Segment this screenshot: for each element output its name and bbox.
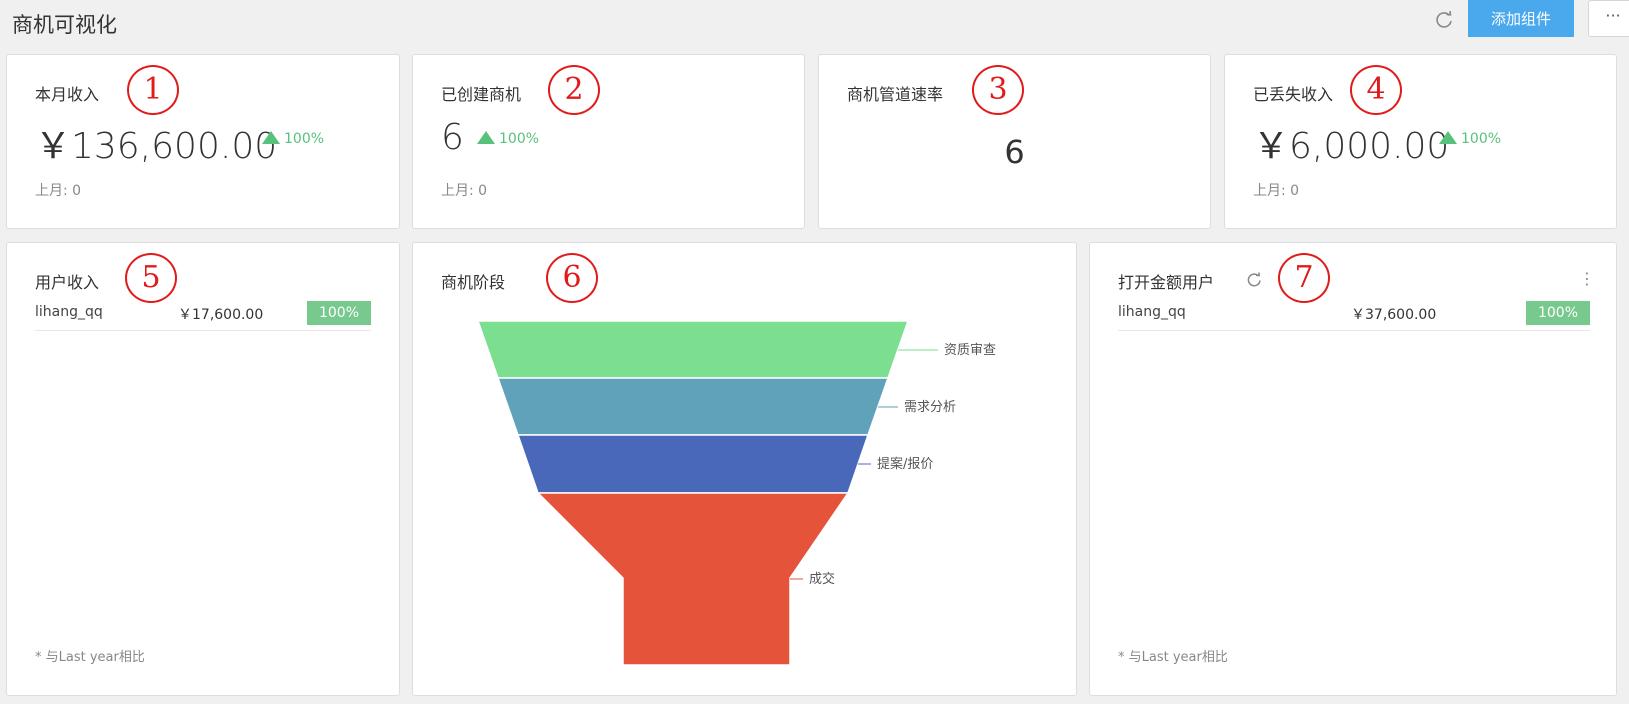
top-bar: 商机可视化 添加组件 ··· [0, 0, 1629, 48]
last-month-value: 上月: 0 [1253, 183, 1300, 199]
kpi-value: ￥136,600.00 [35, 126, 278, 167]
funnel-label-1: 需求分析 [904, 400, 956, 415]
table-row: lihang_qq ￥17,600.00 100% [35, 301, 371, 331]
card-title: 已创建商机 [441, 85, 522, 104]
funnel-stage-2[interactable] [516, 434, 870, 494]
annotation-marker: 3 [972, 65, 1024, 115]
annotation-marker: 7 [1278, 253, 1330, 303]
card-title: 打开金额用户 [1118, 273, 1215, 292]
kpi-card-pipeline-velocity: 商机管道速率 3 6 [818, 54, 1211, 229]
funnel-label-3: 成交 [809, 571, 835, 587]
kpi-value: ￥6,000.00 [1253, 126, 1450, 167]
trend-up-icon [262, 131, 280, 144]
annotation-marker: 1 [127, 65, 179, 115]
funnel-chart: 资质审查 需求分析 提案/报价 成交 [476, 320, 996, 666]
more-options-button[interactable]: ··· [1588, 0, 1629, 37]
add-widget-button[interactable]: 添加组件 [1468, 0, 1574, 37]
opportunity-stage-card: 商机阶段 6 资质审查 需求分析 提案/报价 成交 [412, 242, 1077, 696]
percent-badge: 100% [1526, 301, 1590, 325]
last-month-value: 上月: 0 [441, 183, 488, 199]
percent-badge: 100% [307, 301, 371, 325]
funnel-stage-0[interactable] [476, 320, 910, 379]
trend-up-icon [477, 131, 495, 144]
funnel-stage-1[interactable] [496, 377, 890, 436]
annotation-marker: 5 [125, 253, 177, 303]
funnel-label-0: 资质审查 [944, 343, 996, 358]
page-title: 商机可视化 [12, 13, 117, 37]
comparison-footnote: * 与Last year相比 [1118, 650, 1228, 665]
trend-badge: 100% [477, 131, 539, 147]
kpi-card-lost-income: 已丢失收入 4 ￥6,000.00 100% 上月: 0 [1224, 54, 1617, 229]
card-title: 本月收入 [35, 85, 100, 104]
comparison-footnote: * 与Last year相比 [35, 650, 145, 665]
card-title: 已丢失收入 [1253, 85, 1334, 104]
kpi-card-monthly-income: 本月收入 1 ￥136,600.00 100% 上月: 0 [6, 54, 400, 229]
card-title: 商机管道速率 [847, 85, 944, 104]
table-row: lihang_qq ￥37,600.00 100% [1118, 301, 1590, 331]
user-amount: ￥37,600.00 [1351, 307, 1437, 323]
kpi-value: 6 [1004, 133, 1025, 171]
trend-badge: 100% [1439, 131, 1501, 147]
refresh-icon[interactable] [1433, 9, 1455, 31]
trend-badge: 100% [262, 131, 324, 147]
kebab-menu-icon[interactable]: ⋮ [1579, 271, 1595, 287]
annotation-marker: 4 [1350, 65, 1402, 115]
user-name: lihang_qq [35, 304, 103, 320]
user-amount: ￥17,600.00 [178, 307, 264, 323]
kpi-value: 6 [441, 117, 464, 158]
funnel-label-2: 提案/报价 [877, 456, 933, 472]
user-income-card: 用户收入 5 lihang_qq ￥17,600.00 100% * 与Last… [6, 242, 400, 696]
open-amount-users-card: 打开金额用户 7 ⋮ lihang_qq ￥37,600.00 100% * 与… [1089, 242, 1617, 696]
user-name: lihang_qq [1118, 304, 1186, 320]
trend-up-icon [1439, 131, 1457, 144]
kpi-card-created-opportunities: 已创建商机 2 6 100% 上月: 0 [412, 54, 805, 229]
refresh-icon[interactable] [1245, 271, 1263, 289]
annotation-marker: 2 [548, 65, 600, 115]
last-month-value: 上月: 0 [35, 183, 82, 199]
card-title: 用户收入 [35, 273, 100, 292]
